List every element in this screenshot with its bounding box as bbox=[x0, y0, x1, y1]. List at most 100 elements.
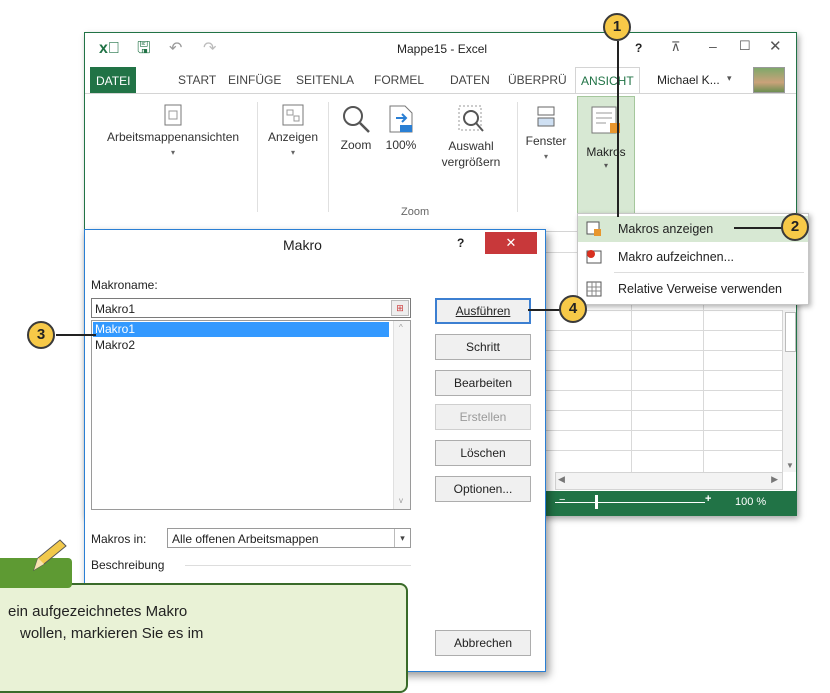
window-button[interactable]: Fenster ▾ bbox=[521, 104, 571, 162]
list-item[interactable]: Makro1 bbox=[93, 322, 389, 337]
zoom-group-label: Zoom bbox=[401, 206, 430, 218]
window-icon bbox=[537, 106, 555, 127]
callout-2-badge: 2 bbox=[781, 213, 809, 241]
scroll-down-icon[interactable]: v bbox=[399, 496, 403, 505]
menu-item-show-macros[interactable]: Makros anzeigen bbox=[578, 216, 808, 242]
menu-item-label: Makros anzeigen bbox=[618, 222, 714, 236]
title-bar: x⃞ 🖫 ↶ ↷ Mappe15 - Excel ? ⊼ – ☐ ✕ bbox=[85, 33, 796, 65]
edit-button[interactable]: Bearbeiten bbox=[435, 370, 531, 396]
window-label: Fenster bbox=[525, 134, 567, 148]
zoom-slider[interactable] bbox=[555, 502, 705, 503]
workbook-views-icon bbox=[164, 104, 182, 126]
minimize-icon[interactable]: – bbox=[709, 38, 717, 54]
help-icon[interactable]: ? bbox=[635, 41, 642, 55]
pencil-icon bbox=[33, 539, 67, 572]
avatar[interactable] bbox=[753, 67, 785, 93]
menu-item-label: Makro aufzeichnen... bbox=[618, 250, 735, 264]
chevron-down-icon[interactable]: ▾ bbox=[394, 529, 410, 547]
macro-name-value: Makro1 bbox=[95, 302, 136, 316]
show-button[interactable]: Anzeigen ▾ bbox=[261, 104, 325, 158]
tab-seitenla[interactable]: SEITENLA bbox=[291, 67, 360, 93]
ribbon-display-icon[interactable]: ⊼ bbox=[671, 39, 681, 55]
dialog-close-icon[interactable]: ✕ bbox=[485, 232, 537, 254]
dialog-help-icon[interactable]: ? bbox=[457, 236, 464, 250]
ribbon: Arbeitsmappenansichten ▾ Anzeigen ▾ Zoom 1… bbox=[85, 93, 796, 229]
scroll-thumb[interactable] bbox=[785, 312, 796, 352]
show-macros-icon bbox=[586, 221, 601, 236]
tab-ueberpruef[interactable]: ÜBERPRÜ bbox=[503, 67, 572, 93]
zoom-in-icon[interactable]: + bbox=[705, 493, 711, 505]
callout-2-line bbox=[734, 227, 782, 229]
callout-1-line bbox=[617, 41, 619, 217]
macros-in-select[interactable]: Alle offenen Arbeitsmappen ▾ bbox=[167, 528, 411, 548]
macro-name-input[interactable]: Makro1 ⊞ bbox=[91, 298, 411, 318]
divider bbox=[185, 565, 411, 566]
list-item[interactable]: Makro2 bbox=[93, 338, 389, 353]
cancel-button[interactable]: Abbrechen bbox=[435, 630, 531, 656]
record-macro-icon bbox=[586, 250, 602, 264]
workbook-views-button[interactable]: Arbeitsmappenansichten ▾ bbox=[93, 104, 253, 158]
callout-3-badge: 3 bbox=[27, 321, 55, 349]
tab-daten[interactable]: DATEN bbox=[445, 67, 495, 93]
zoom-button[interactable]: Zoom bbox=[333, 104, 379, 152]
divider bbox=[328, 102, 329, 212]
scroll-right-icon[interactable]: ▶ bbox=[771, 474, 778, 485]
menu-item-record-macro[interactable]: Makro aufzeichnen... bbox=[578, 244, 808, 270]
tab-formel[interactable]: FORMEL bbox=[369, 67, 430, 93]
vertical-scrollbar[interactable]: ▼ bbox=[782, 310, 796, 472]
zoom-out-icon[interactable]: − bbox=[559, 494, 565, 506]
callout-4-line bbox=[528, 309, 560, 311]
step-button[interactable]: Schritt bbox=[435, 334, 531, 360]
macros-button[interactable]: Makros ▾ bbox=[577, 96, 635, 222]
options-button[interactable]: Optionen... bbox=[435, 476, 531, 502]
collapse-dialog-icon[interactable]: ⊞ bbox=[391, 300, 409, 316]
macro-name-label: Makroname: bbox=[91, 278, 158, 292]
macros-in-label: Makros in: bbox=[91, 532, 147, 546]
maximize-icon[interactable]: ☐ bbox=[739, 38, 751, 54]
menu-item-relative-references[interactable]: Relative Verweise verwenden bbox=[578, 276, 808, 302]
dialog-title: Makro bbox=[283, 237, 322, 253]
chevron-down-icon: ▾ bbox=[603, 161, 608, 170]
zoom-selection-label: Auswahl vergrößern bbox=[441, 139, 501, 169]
show-icon bbox=[282, 104, 304, 126]
macros-label: Makros bbox=[586, 145, 626, 159]
delete-button[interactable]: Löschen bbox=[435, 440, 531, 466]
workbook-views-label: Arbeitsmappenansichten bbox=[106, 130, 240, 144]
macros-in-value: Alle offenen Arbeitsmappen bbox=[172, 532, 319, 546]
scroll-up-icon[interactable]: ^ bbox=[399, 323, 403, 332]
chevron-down-icon[interactable]: ▾ bbox=[727, 73, 732, 84]
callout-1-badge: 1 bbox=[603, 13, 631, 41]
excel-logo-icon: x⃞ bbox=[99, 40, 120, 57]
redo-icon[interactable]: ↷ bbox=[203, 33, 216, 65]
tab-ansicht[interactable]: ANSICHT bbox=[575, 67, 640, 93]
show-label: Anzeigen bbox=[267, 130, 319, 144]
create-button[interactable]: Erstellen bbox=[435, 404, 531, 430]
tip-box: ein aufgezeichnetes Makro wollen, markie… bbox=[0, 583, 408, 693]
zoom-selection-button[interactable]: Auswahl vergrößern bbox=[431, 104, 511, 170]
menu-item-label: Relative Verweise verwenden bbox=[618, 282, 782, 296]
divider bbox=[257, 102, 258, 212]
save-icon[interactable]: 🖫 bbox=[137, 33, 151, 65]
list-scrollbar[interactable]: ^ v bbox=[393, 321, 410, 509]
zoom-100-button[interactable]: 100% bbox=[381, 104, 421, 152]
macro-list[interactable]: Makro1 Makro2 ^ v bbox=[91, 320, 411, 510]
window-title: Mappe15 - Excel bbox=[397, 42, 488, 56]
zoom-label: Zoom bbox=[340, 138, 372, 152]
undo-icon[interactable]: ↶ bbox=[169, 33, 182, 65]
tab-datei[interactable]: DATEI bbox=[90, 67, 137, 93]
tip-line-1: ein aufgezeichnetes Makro bbox=[8, 603, 188, 620]
zoom-100-label: 100% bbox=[385, 138, 417, 152]
horizontal-scrollbar[interactable]: ◀ ▶ bbox=[555, 472, 783, 490]
tab-start[interactable]: START bbox=[173, 67, 222, 93]
zoom-level: 100 % bbox=[735, 496, 767, 508]
close-icon[interactable]: ✕ bbox=[769, 37, 782, 55]
scroll-left-icon[interactable]: ◀ bbox=[558, 474, 565, 485]
dialog-title-bar: Makro ? ✕ bbox=[85, 230, 545, 260]
user-name[interactable]: Michael K... bbox=[657, 73, 720, 87]
tab-einfuege[interactable]: EINFÜGE bbox=[223, 67, 287, 93]
run-button[interactable]: Ausführen bbox=[435, 298, 531, 324]
callout-3-line bbox=[56, 334, 96, 336]
tip-line-2: wollen, markieren Sie es im bbox=[20, 625, 204, 642]
scroll-down-icon[interactable]: ▼ bbox=[786, 461, 794, 470]
zoom-slider-thumb[interactable] bbox=[595, 495, 598, 509]
